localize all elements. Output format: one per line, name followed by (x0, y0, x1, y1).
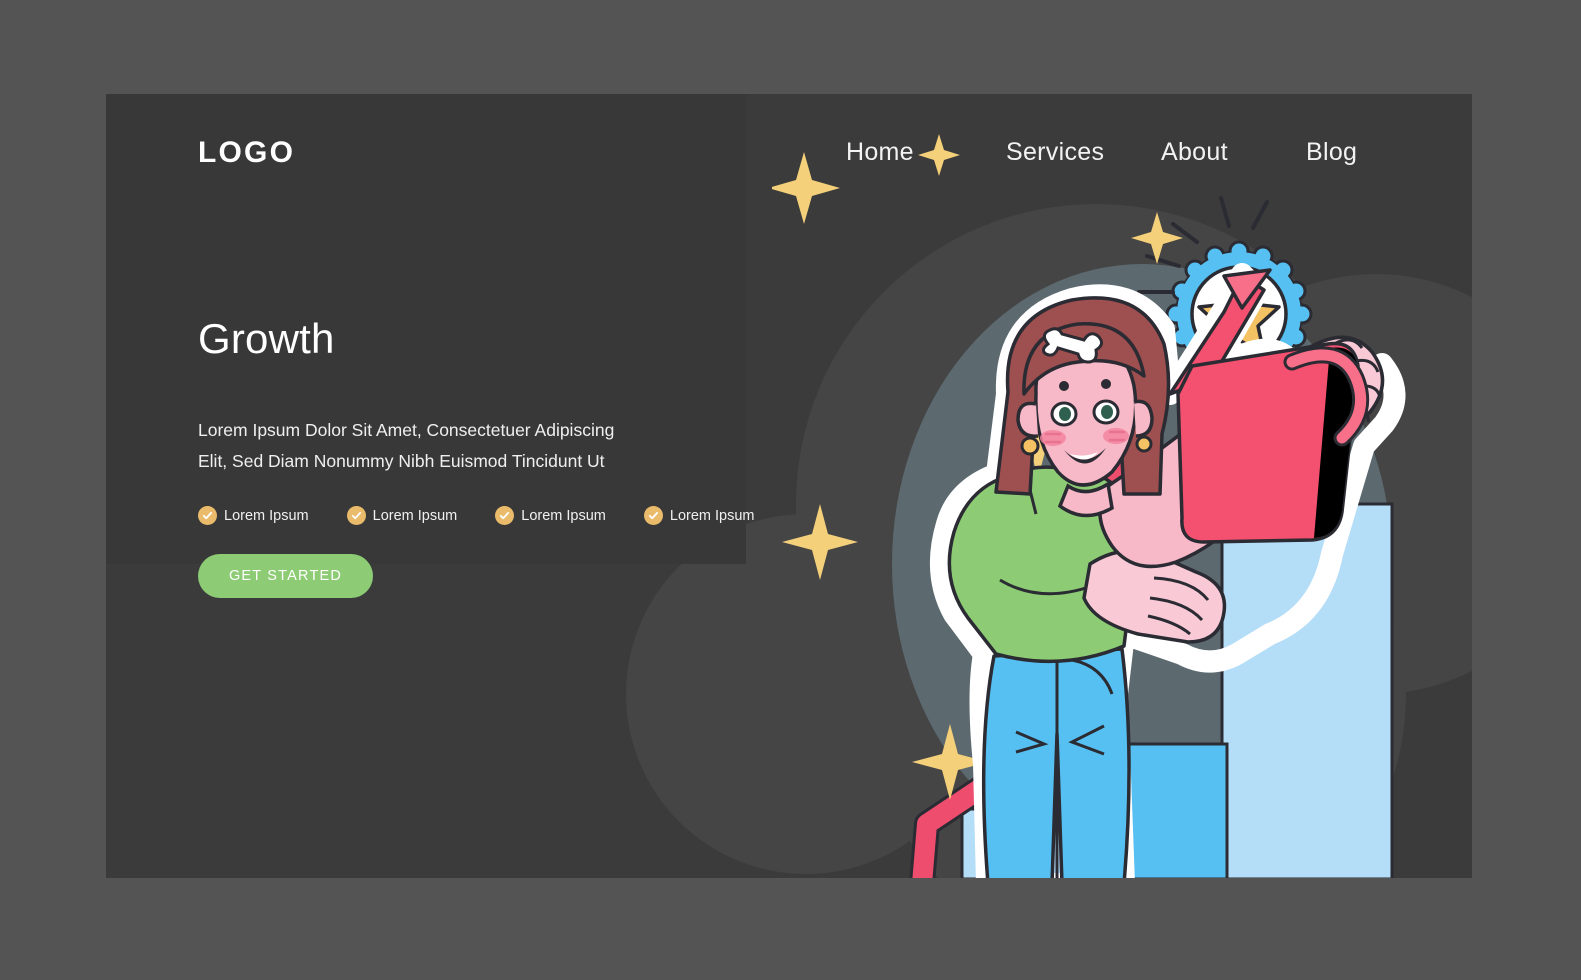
get-started-button[interactable]: GET STARTED (198, 554, 373, 599)
feature-label: Lorem Ipsum (224, 507, 309, 524)
list-item: Lorem Ipsum (198, 506, 309, 526)
sparkle-icon (782, 504, 858, 580)
site-header: LOGO Home Services About Blog (106, 94, 1472, 224)
check-circle-icon (198, 506, 217, 526)
feature-list: Lorem Ipsum Lorem Ipsum Lorem Ipsum Lore… (198, 506, 755, 526)
list-item: Lorem Ipsum (346, 506, 458, 526)
check-circle-icon (495, 506, 515, 526)
hero-card: LOGO Home Services About Blog Growth Lor… (106, 94, 1472, 878)
earring (1020, 436, 1040, 456)
head (994, 296, 1171, 518)
feature-label: Lorem Ipsum (521, 507, 606, 524)
list-item: Lorem Ipsum (495, 506, 606, 526)
logo[interactable]: LOGO (198, 136, 295, 170)
bar-large (1220, 502, 1394, 878)
nav-item-blog[interactable]: Blog (1306, 138, 1406, 167)
check-circle-icon (346, 506, 366, 526)
check-circle-icon (643, 506, 663, 526)
feature-label: Lorem Ipsum (372, 507, 458, 524)
nav-item-about[interactable]: About (1161, 138, 1306, 167)
main-navigation: Home Services About Blog (846, 138, 1406, 167)
hero-subtitle: Lorem Ipsum Dolor Sit Amet, Consectetuer… (198, 420, 615, 472)
page-title: Growth (198, 315, 335, 362)
nav-item-home[interactable]: Home (846, 138, 1006, 167)
feature-label: Lorem Ipsum (669, 507, 755, 524)
hero-content: Growth Lorem Ipsum Dolor Sit Amet, Conse… (198, 315, 755, 599)
nav-item-services[interactable]: Services (1006, 138, 1161, 167)
list-item: Lorem Ipsum (643, 506, 755, 526)
